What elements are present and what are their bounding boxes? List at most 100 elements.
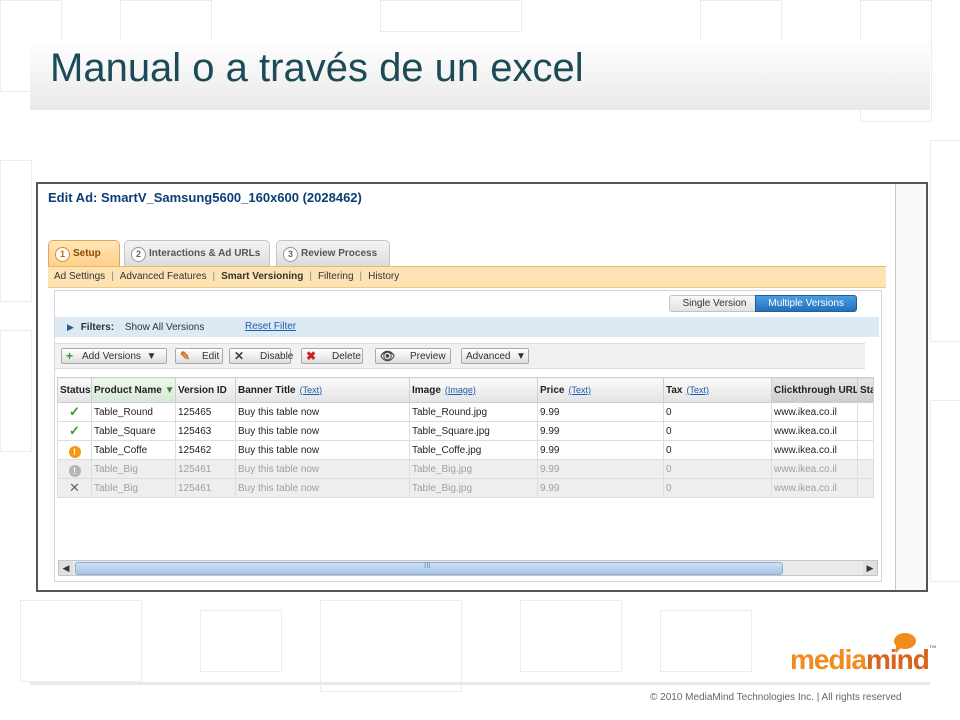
clickthrough-cell: www.ikea.co.il	[771, 459, 858, 479]
banner-title-cell: Buy this table now	[235, 402, 410, 422]
ad-title-prefix: Edit Ad:	[48, 190, 98, 205]
image-cell: Table_Round.jpg	[409, 402, 538, 422]
tab-label: Setup	[73, 248, 101, 259]
table-row[interactable]: ✓ Table_Round 125465 Buy this table now …	[57, 402, 874, 422]
multiple-versions-button[interactable]: Multiple Versions	[755, 295, 857, 312]
version-id-cell: 125465	[175, 402, 236, 422]
tax-cell: 0	[663, 421, 772, 441]
clickthrough-cell: www.ikea.co.il	[771, 478, 858, 498]
tax-cell: 0	[663, 440, 772, 460]
product-name-cell: Table_Coffe	[91, 440, 176, 460]
image-cell: Table_Square.jpg	[409, 421, 538, 441]
filters-value: Show All Versions	[124, 322, 205, 333]
version-id-cell: 125462	[175, 440, 236, 460]
preview-button[interactable]: 👁 Preview	[375, 348, 451, 364]
scrollbar-thumb[interactable]: III	[75, 561, 783, 575]
col-clickthrough-url[interactable]: Clickthrough URL	[771, 377, 858, 403]
logo-trademark: ™	[928, 644, 937, 653]
col-tax[interactable]: Tax (Text)	[663, 377, 772, 403]
versions-panel: Single Version Multiple Versions ▶ Filter…	[54, 290, 882, 582]
step-number: 2	[131, 247, 146, 262]
table-row[interactable]: ✓ Table_Square 125463 Buy this table now…	[57, 421, 874, 441]
eye-icon: 👁	[380, 349, 396, 363]
edit-button[interactable]: ✎ Edit	[175, 348, 223, 364]
warning-icon: !	[68, 445, 81, 458]
tab-setup[interactable]: 1 Setup	[48, 240, 120, 266]
horizontal-scrollbar[interactable]: ◀ III ▶	[58, 560, 878, 576]
subnav-ad-settings[interactable]: Ad Settings	[48, 271, 111, 282]
col-version-id[interactable]: Version ID	[175, 377, 236, 403]
delete-label: Delete	[332, 351, 361, 362]
step-number: 3	[283, 247, 298, 262]
scroll-right-icon[interactable]: ▶	[863, 561, 877, 575]
plus-icon: +	[66, 349, 74, 363]
edit-label: Edit	[202, 351, 220, 362]
step-number: 1	[55, 247, 70, 262]
col-tax-label: Tax	[666, 384, 683, 396]
tab-interactions[interactable]: 2 Interactions & Ad URLs	[124, 240, 270, 266]
subnav-filtering[interactable]: Filtering	[312, 271, 360, 282]
extra-cell	[857, 402, 874, 422]
col-status[interactable]: Status	[57, 377, 92, 403]
single-version-button[interactable]: Single Version	[669, 295, 760, 312]
chevron-down-icon: ▼	[143, 351, 157, 362]
advanced-label: Advanced	[466, 351, 511, 362]
version-id-cell: 125461	[175, 478, 236, 498]
status-cell: ✓	[57, 402, 92, 422]
status-cell: ✕	[57, 478, 92, 498]
table-row[interactable]: ! Table_Coffe 125462 Buy this table now …	[57, 440, 874, 460]
product-name-cell: Table_Square	[91, 421, 176, 441]
subnav-history[interactable]: History	[362, 271, 405, 282]
versions-toolbar: + Add Versions ▼ ✎ Edit ✕ Disable ✖ Dele…	[55, 343, 865, 369]
tab-label: Review Process	[301, 248, 378, 259]
delete-button[interactable]: ✖ Delete	[301, 348, 363, 364]
banner-title-cell: Buy this table now	[235, 478, 410, 498]
advanced-dropdown[interactable]: Advanced ▼	[461, 348, 529, 364]
table-row[interactable]: ✕ Table_Big 125461 Buy this table now Ta…	[57, 478, 874, 498]
clickthrough-cell: www.ikea.co.il	[771, 421, 858, 441]
reset-filter-link[interactable]: Reset Filter	[245, 317, 296, 337]
scroll-left-icon[interactable]: ◀	[59, 561, 73, 575]
footer-divider	[30, 682, 930, 685]
col-price[interactable]: Price (Text)	[537, 377, 664, 403]
col-banner-title-label: Banner Title	[238, 384, 296, 396]
ad-title: Edit Ad: SmartV_Samsung5600_160x600 (202…	[48, 190, 362, 205]
col-extra[interactable]: Sta	[857, 377, 874, 403]
price-type-link[interactable]: (Text)	[568, 385, 591, 395]
pencil-icon: ✎	[180, 349, 191, 363]
image-cell: Table_Big.jpg	[409, 459, 538, 479]
col-product-name[interactable]: Product Name ▼	[91, 377, 176, 403]
disable-label: Disable	[260, 351, 294, 362]
checkmark-icon: ✓	[69, 423, 80, 438]
add-versions-button[interactable]: + Add Versions ▼	[61, 348, 167, 364]
banner-title-cell: Buy this table now	[235, 459, 410, 479]
price-cell: 9.99	[537, 402, 664, 422]
tab-review-process[interactable]: 3 Review Process	[276, 240, 390, 266]
price-cell: 9.99	[537, 421, 664, 441]
checkmark-icon: ✓	[69, 404, 80, 419]
expand-arrow-icon[interactable]: ▶	[67, 322, 74, 332]
x-icon: ✕	[234, 349, 245, 363]
subnav-advanced-features[interactable]: Advanced Features	[114, 271, 213, 282]
col-image-label: Image	[412, 384, 441, 396]
status-cell: !	[57, 459, 92, 479]
image-type-link[interactable]: (Image)	[445, 385, 476, 395]
tax-cell: 0	[663, 478, 772, 498]
tax-cell: 0	[663, 459, 772, 479]
price-cell: 9.99	[537, 459, 664, 479]
copyright-text: © 2010 MediaMind Technologies Inc. | All…	[650, 692, 902, 703]
warning-disabled-icon: !	[68, 464, 81, 477]
tax-type-link[interactable]: (Text)	[687, 385, 710, 395]
extra-cell	[857, 421, 874, 441]
table-row[interactable]: ! Table_Big 125461 Buy this table now Ta…	[57, 459, 874, 479]
filters-bar[interactable]: ▶ Filters: Show All Versions Reset Filte…	[55, 317, 879, 337]
subnav-smart-versioning[interactable]: Smart Versioning	[215, 271, 309, 282]
product-name-cell: Table_Big	[91, 459, 176, 479]
disable-button[interactable]: ✕ Disable	[229, 348, 294, 364]
status-cell: !	[57, 440, 92, 460]
banner-title-cell: Buy this table now	[235, 440, 410, 460]
col-banner-title[interactable]: Banner Title (Text)	[235, 377, 410, 403]
slide-title: Manual o a través de un excel	[50, 46, 584, 90]
banner-title-type-link[interactable]: (Text)	[300, 385, 323, 395]
col-image[interactable]: Image (Image)	[409, 377, 538, 403]
